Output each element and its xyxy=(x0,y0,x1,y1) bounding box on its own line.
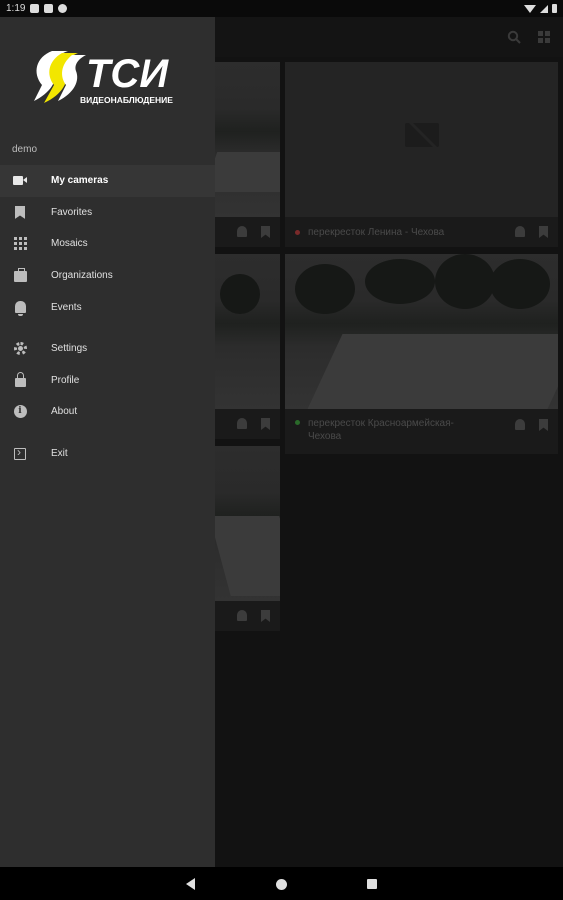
menu-item-organizations[interactable]: Organizations xyxy=(0,260,215,292)
bookmark-icon[interactable] xyxy=(261,226,270,238)
lock-icon xyxy=(13,371,27,387)
drawer-menu: My cameras Favorites Mosaics Organizatio… xyxy=(0,165,215,469)
menu-item-label: Mosaics xyxy=(51,238,88,250)
bookmark-icon[interactable] xyxy=(539,226,548,238)
camera-tile[interactable]: перекресток Ленина - Чехова xyxy=(285,62,558,247)
bell-icon xyxy=(13,300,27,317)
tsi-logo: ТСИ ВИДЕОНАБЛЮДЕНИЕ xyxy=(34,51,173,105)
menu-item-mosaics[interactable]: Mosaics xyxy=(0,228,215,260)
menu-item-label: Events xyxy=(51,301,82,313)
account-name[interactable]: demo xyxy=(12,144,37,155)
back-icon[interactable] xyxy=(186,878,195,890)
camera-caption: перекресток Красноармейская-Чехова xyxy=(285,409,558,454)
bell-icon[interactable] xyxy=(237,418,247,429)
navigation-drawer: ТСИ ВИДЕОНАБЛЮДЕНИЕ demo My cameras Favo… xyxy=(0,17,215,867)
menu-item-label: Settings xyxy=(51,343,88,355)
menu-item-profile[interactable]: Profile xyxy=(0,365,215,397)
menu-item-label: Profile xyxy=(51,374,80,386)
home-icon[interactable] xyxy=(276,879,287,890)
menu-item-label: My cameras xyxy=(51,175,109,187)
status-bar: 1:19 xyxy=(0,0,563,17)
menu-item-favorites[interactable]: Favorites xyxy=(0,197,215,229)
bell-icon[interactable] xyxy=(515,226,525,237)
camera-tile[interactable]: перекресток Красноармейская-Чехова xyxy=(285,254,558,454)
sd-card-icon xyxy=(44,4,54,13)
bell-icon[interactable] xyxy=(237,226,247,237)
drawer-header: ТСИ ВИДЕОНАБЛЮДЕНИЕ demo xyxy=(0,17,215,165)
status-time: 1:19 xyxy=(6,3,26,14)
menu-item-events[interactable]: Events xyxy=(0,291,215,323)
bell-icon[interactable] xyxy=(515,419,525,430)
sync-icon xyxy=(58,4,68,13)
bookmark-icon[interactable] xyxy=(261,610,270,622)
camera-preview xyxy=(285,254,558,409)
briefcase-icon xyxy=(13,268,27,283)
wifi-icon xyxy=(524,4,536,13)
gear-icon xyxy=(13,342,27,356)
no-video-icon xyxy=(405,117,439,151)
bell-icon[interactable] xyxy=(237,610,247,621)
system-nav-bar xyxy=(0,867,563,900)
menu-item-label: Exit xyxy=(51,448,68,460)
menu-item-label: About xyxy=(51,406,78,418)
bookmark-icon xyxy=(13,205,27,219)
menu-divider xyxy=(0,323,215,333)
menu-item-about[interactable]: i About xyxy=(0,396,215,428)
status-dot xyxy=(295,420,300,425)
view-mode-icon[interactable] xyxy=(536,30,552,46)
status-dot xyxy=(295,229,300,235)
logo-subtitle: ВИДЕОНАБЛЮДЕНИЕ xyxy=(80,95,173,105)
camera-caption: перекресток Ленина - Чехова xyxy=(285,217,558,247)
menu-item-exit[interactable]: Exit xyxy=(0,438,215,470)
camera-name: перекресток Красноармейская-Чехова xyxy=(308,418,454,442)
info-icon: i xyxy=(13,405,27,419)
logo-brand: ТСИ xyxy=(86,52,169,96)
menu-item-settings[interactable]: Settings xyxy=(0,333,215,365)
notification-icon xyxy=(30,4,40,13)
search-icon[interactable] xyxy=(506,30,522,46)
bookmark-icon[interactable] xyxy=(261,418,270,430)
menu-item-my-cameras[interactable]: My cameras xyxy=(0,165,215,197)
bookmark-icon[interactable] xyxy=(539,419,548,431)
battery-icon xyxy=(552,4,557,13)
exit-icon xyxy=(13,445,27,461)
menu-divider xyxy=(0,428,215,438)
menu-item-label: Organizations xyxy=(51,270,113,282)
camera-name: перекресток Ленина - Чехова xyxy=(308,226,445,238)
camera-preview xyxy=(285,62,558,217)
grid-icon xyxy=(13,237,27,251)
signal-icon xyxy=(540,4,548,13)
camera-icon xyxy=(13,174,27,188)
recents-icon[interactable] xyxy=(367,879,377,889)
menu-item-label: Favorites xyxy=(51,206,93,218)
